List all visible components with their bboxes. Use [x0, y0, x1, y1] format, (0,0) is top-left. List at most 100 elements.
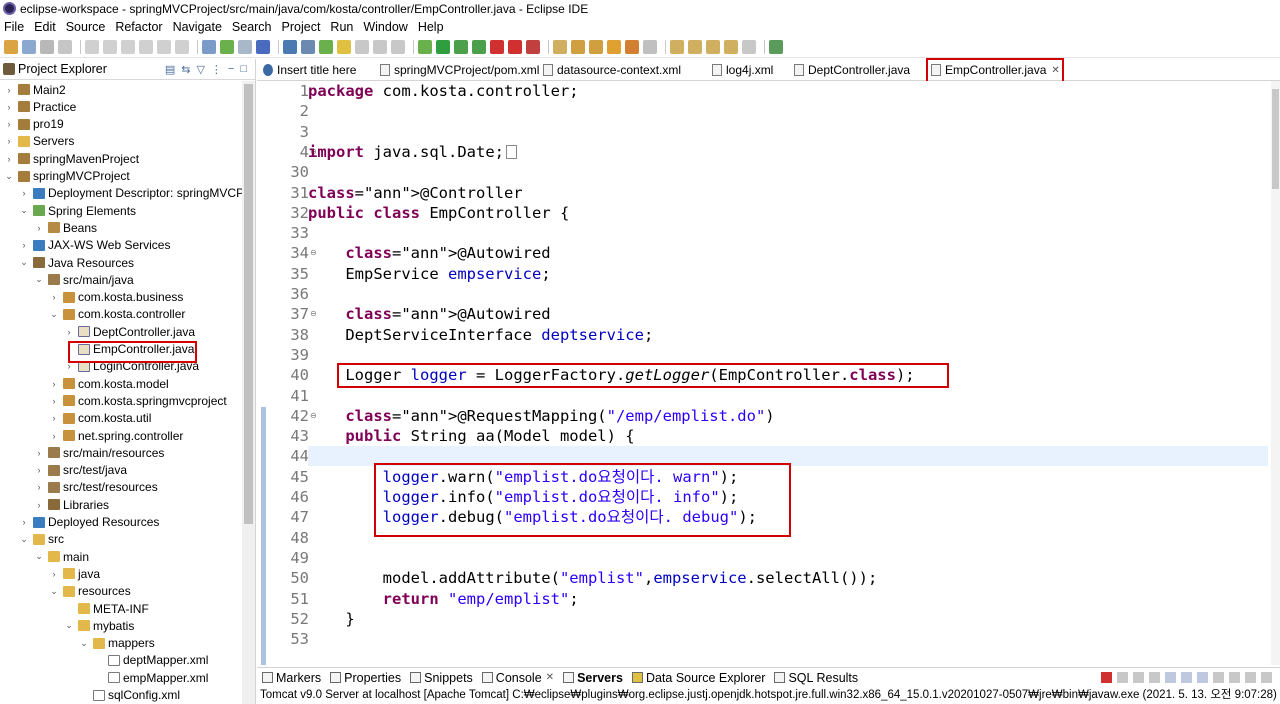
- tree-item[interactable]: ⌄ Java Resources: [19, 254, 134, 271]
- expand-icon[interactable]: ›: [49, 292, 59, 302]
- tree-item[interactable]: › com.kosta.util: [49, 410, 152, 427]
- debug-icon[interactable]: [418, 40, 432, 54]
- code-line[interactable]: return "emp/emplist";: [308, 589, 579, 609]
- expand-icon[interactable]: ›: [34, 500, 44, 510]
- close-tab-icon[interactable]: ✕: [546, 672, 554, 683]
- expand-icon[interactable]: ›: [4, 136, 14, 146]
- search-icon[interactable]: [301, 40, 315, 54]
- minimize-icon[interactable]: [1245, 672, 1256, 683]
- terminate-icon[interactable]: [139, 40, 153, 54]
- link-with-editor-icon[interactable]: ⇆: [181, 63, 190, 76]
- tree-item[interactable]: ⌄ src/main/java: [34, 271, 133, 288]
- tree-item[interactable]: › Main2: [4, 81, 66, 98]
- tab-markers[interactable]: Markers: [262, 671, 321, 685]
- code-line[interactable]: }: [308, 609, 354, 629]
- paragraph-icon[interactable]: [391, 40, 405, 54]
- tree-item[interactable]: › Practice: [4, 98, 77, 115]
- expand-icon[interactable]: ›: [49, 569, 59, 579]
- clear-console-icon[interactable]: [1149, 672, 1160, 683]
- globe-icon[interactable]: [283, 40, 297, 54]
- collapse-icon[interactable]: ⌄: [49, 309, 59, 320]
- show-whitespace-icon[interactable]: [373, 40, 387, 54]
- tab-insert-title-here[interactable]: Insert title here: [263, 59, 356, 81]
- tree-item[interactable]: › src/test/java: [34, 462, 128, 479]
- expand-icon[interactable]: ›: [34, 482, 44, 492]
- maximize-icon[interactable]: [1261, 672, 1272, 683]
- scroll-lock-icon[interactable]: [1165, 672, 1176, 683]
- code-line[interactable]: import java.sql.Date;: [308, 142, 517, 162]
- resume-icon[interactable]: [103, 40, 117, 54]
- tree-item[interactable]: › JAX-WS Web Services: [19, 237, 171, 254]
- expand-icon[interactable]: ›: [49, 396, 59, 406]
- external-tools-icon[interactable]: [472, 40, 486, 54]
- menu-source[interactable]: Source: [66, 19, 106, 35]
- skip-breakpoints-icon[interactable]: [85, 40, 99, 54]
- tree-item[interactable]: empMapper.xml: [94, 669, 208, 686]
- collapse-icon[interactable]: ⌄: [49, 586, 59, 597]
- expand-icon[interactable]: ›: [34, 448, 44, 458]
- expand-icon[interactable]: ›: [34, 223, 44, 233]
- mark-occurrences-icon[interactable]: [319, 40, 333, 54]
- tree-item[interactable]: › com.kosta.business: [49, 289, 184, 306]
- coverage-icon[interactable]: [454, 40, 468, 54]
- collapse-all-icon[interactable]: ▤: [165, 63, 175, 76]
- save-all-icon[interactable]: [40, 40, 54, 54]
- tree-item[interactable]: › Servers: [4, 133, 75, 150]
- maximize-icon[interactable]: □: [240, 63, 247, 76]
- pin-console-icon[interactable]: [1197, 672, 1208, 683]
- word-wrap-icon[interactable]: [1181, 672, 1192, 683]
- collapse-icon[interactable]: ⌄: [19, 257, 29, 268]
- menu-refactor[interactable]: Refactor: [115, 19, 162, 35]
- menu-navigate[interactable]: Navigate: [173, 19, 222, 35]
- pin-icon[interactable]: [643, 40, 657, 54]
- open-console-icon[interactable]: [1229, 672, 1240, 683]
- expand-icon[interactable]: ›: [4, 85, 14, 95]
- project-explorer-title[interactable]: Project Explorer: [18, 62, 107, 76]
- collapse-icon[interactable]: ⌄: [34, 274, 44, 285]
- menu-file[interactable]: File: [4, 19, 24, 35]
- menu-run[interactable]: Run: [330, 19, 353, 35]
- remove-all-icon[interactable]: [1133, 672, 1144, 683]
- tab-servers[interactable]: Servers: [563, 671, 623, 685]
- new-icon[interactable]: [4, 40, 18, 54]
- open-folder-icon[interactable]: [589, 40, 603, 54]
- new-server-icon[interactable]: [238, 40, 252, 54]
- open-type-icon[interactable]: [202, 40, 216, 54]
- expand-icon[interactable]: ›: [4, 119, 14, 129]
- publish-icon[interactable]: [526, 40, 540, 54]
- expand-icon[interactable]: ›: [64, 327, 74, 337]
- code-line[interactable]: public String aa(Model model) {: [308, 426, 634, 446]
- explorer-scrollbar[interactable]: [242, 81, 255, 704]
- editor-scrollbar-thumb[interactable]: [1272, 89, 1279, 189]
- tab-snippets[interactable]: Snippets: [410, 671, 473, 685]
- run-icon[interactable]: [436, 40, 450, 54]
- highlight-icon[interactable]: [337, 40, 351, 54]
- step-into-icon[interactable]: [157, 40, 171, 54]
- menu-search[interactable]: Search: [232, 19, 272, 35]
- tree-item[interactable]: sqlConfig.xml: [79, 687, 180, 704]
- collapse-icon[interactable]: ⌄: [19, 534, 29, 545]
- print-icon[interactable]: [58, 40, 72, 54]
- folded-code-marker[interactable]: [505, 144, 517, 159]
- pen-icon[interactable]: [607, 40, 621, 54]
- tree-item[interactable]: ⌄ Spring Elements: [19, 202, 136, 219]
- tree-item[interactable]: › Beans: [34, 219, 98, 236]
- tree-item[interactable]: › com.kosta.springmvcproject: [49, 392, 227, 409]
- menu-project[interactable]: Project: [282, 19, 321, 35]
- collapse-icon[interactable]: ⌄: [4, 171, 14, 182]
- collapse-icon[interactable]: ⌄: [64, 620, 74, 631]
- tree-item[interactable]: › src/test/resources: [34, 479, 158, 496]
- tree-item[interactable]: › java: [49, 565, 101, 582]
- open-perspective-icon[interactable]: [769, 40, 783, 54]
- tab-log4j-xml[interactable]: log4j.xml: [712, 59, 773, 81]
- block-selection-icon[interactable]: [355, 40, 369, 54]
- refresh-icon[interactable]: [220, 40, 234, 54]
- tree-item[interactable]: ⌄ mybatis: [64, 617, 134, 634]
- explorer-scrollbar-thumb[interactable]: [244, 84, 253, 524]
- code-line[interactable]: package com.kosta.controller;: [308, 81, 579, 101]
- new-package-icon[interactable]: [553, 40, 567, 54]
- tree-item[interactable]: ⌄ springMVCProject: [4, 168, 129, 185]
- expand-icon[interactable]: ›: [19, 240, 29, 250]
- stop-icon[interactable]: [490, 40, 504, 54]
- collapse-icon[interactable]: ⌄: [34, 551, 44, 562]
